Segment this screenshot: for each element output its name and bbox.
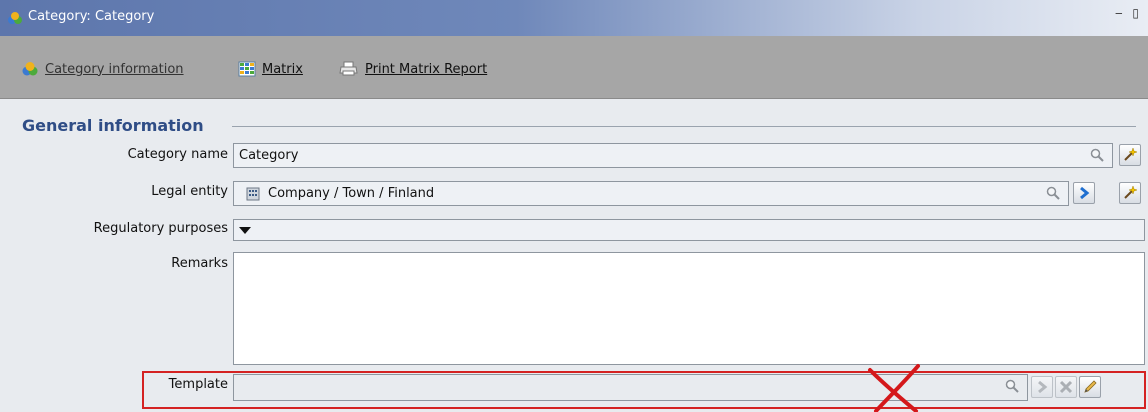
general-information-heading: General information: [22, 116, 204, 135]
matrix-link[interactable]: Matrix: [238, 60, 303, 78]
category-icon: [8, 12, 22, 24]
category-name-value: Category: [239, 148, 299, 163]
magic-wand-icon: [1124, 185, 1138, 199]
red-x-mark-icon: [868, 364, 920, 412]
template-clear-button[interactable]: [1055, 376, 1077, 398]
print-matrix-report-link[interactable]: Print Matrix Report: [339, 60, 487, 78]
building-icon: [246, 187, 260, 201]
magnifier-icon[interactable]: [1046, 186, 1060, 200]
template-navigate-button[interactable]: [1031, 376, 1053, 398]
print-matrix-report-label: Print Matrix Report: [365, 61, 488, 77]
legal-entity-label: Legal entity: [151, 184, 228, 199]
magnifier-icon[interactable]: [1090, 148, 1104, 162]
regulatory-purposes-label: Regulatory purposes: [93, 221, 228, 236]
remarks-label: Remarks: [171, 256, 228, 271]
category-information-link[interactable]: Category information: [21, 60, 184, 78]
arrow-right-icon: [1080, 186, 1090, 200]
dropdown-arrow-icon[interactable]: [239, 227, 251, 235]
toolbar: Category information Matrix Print Matrix…: [0, 36, 1148, 99]
matrix-icon: [238, 61, 256, 77]
navigate-button[interactable]: [1073, 182, 1095, 204]
template-edit-button[interactable]: [1079, 376, 1101, 398]
matrix-label: Matrix: [262, 61, 303, 77]
magic-wand-button[interactable]: [1119, 182, 1141, 204]
regulatory-purposes-dropdown[interactable]: [233, 219, 1145, 241]
section-divider: [232, 126, 1136, 127]
window-title: Category: Category: [28, 9, 155, 24]
legal-entity-value: Company / Town / Finland: [268, 186, 435, 201]
pencil-icon: [1084, 380, 1097, 393]
category-name-label: Category name: [127, 147, 228, 162]
window-controls[interactable]: ‒ ▯: [1115, 6, 1142, 20]
category-information-label: Category information: [45, 61, 184, 77]
remarks-textarea[interactable]: [233, 252, 1145, 365]
magic-wand-button[interactable]: [1119, 144, 1141, 166]
magic-wand-icon: [1124, 147, 1138, 161]
arrow-right-icon: [1038, 380, 1048, 394]
clear-x-icon: [1059, 380, 1073, 394]
window-titlebar: Category: Category ‒ ▯: [0, 0, 1148, 36]
printer-icon: [339, 61, 358, 76]
category-name-field[interactable]: Category: [233, 143, 1113, 168]
template-label: Template: [168, 377, 228, 392]
category-icon: [22, 62, 38, 76]
legal-entity-field[interactable]: Company / Town / Finland: [233, 181, 1069, 206]
magnifier-icon[interactable]: [1005, 379, 1019, 393]
